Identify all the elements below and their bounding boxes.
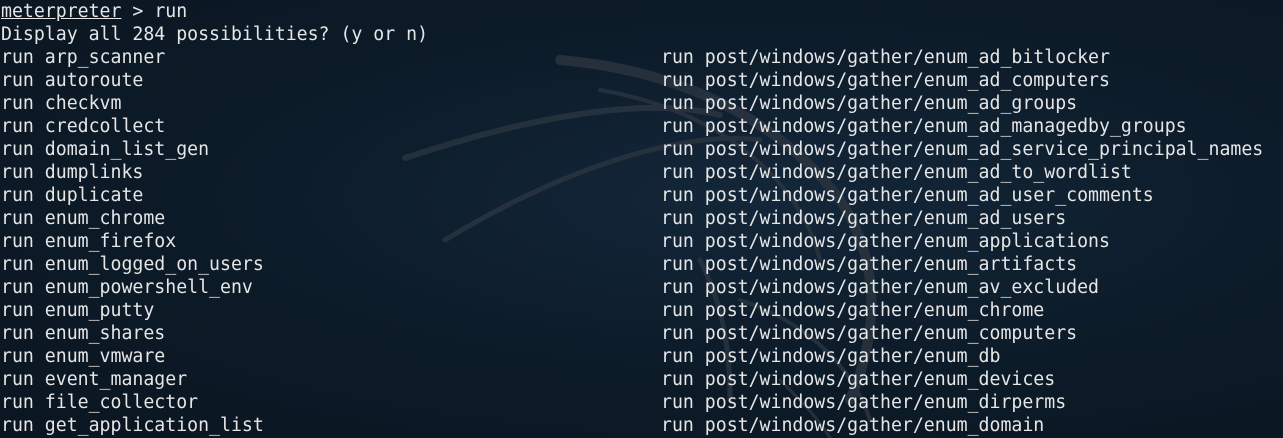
completion-item: run enum_vmware: [1, 346, 166, 367]
completion-item: run enum_chrome: [1, 208, 166, 229]
completion-item: run post/windows/gather/enum_domain: [661, 415, 1045, 436]
completion-item: run dumplinks: [1, 162, 144, 183]
completion-item: run post/windows/gather/enum_artifacts: [661, 254, 1078, 275]
completion-item: run post/windows/gather/enum_devices: [661, 369, 1056, 390]
completion-item: run post/windows/gather/enum_db: [661, 346, 1001, 367]
completion-item: run enum_powershell_env: [1, 277, 253, 298]
completion-item: run get_application_list: [1, 415, 264, 436]
completion-item: run post/windows/gather/enum_ad_managedb…: [661, 116, 1187, 137]
completion-item: run post/windows/gather/enum_ad_service_…: [661, 139, 1264, 160]
completion-item: run post/windows/gather/enum_av_excluded: [661, 277, 1099, 298]
completion-item: run enum_putty: [1, 300, 155, 321]
completion-item: run post/windows/gather/enum_ad_groups: [661, 93, 1078, 114]
completion-item: run file_collector: [1, 392, 199, 413]
completion-item: run post/windows/gather/enum_ad_to_wordl…: [661, 162, 1132, 183]
completion-item: run autoroute: [1, 70, 144, 91]
completion-item: run post/windows/gather/enum_computers: [661, 323, 1078, 344]
completion-item: run event_manager: [1, 369, 188, 390]
completion-item: run domain_list_gen: [1, 139, 210, 160]
prompt-separator: >: [121, 1, 155, 22]
completion-item: run enum_firefox: [1, 231, 177, 252]
completion-list-right: run post/windows/gather/enum_ad_bitlocke…: [661, 46, 1263, 437]
terminal-window[interactable]: meterpreter > run Display all 284 possib…: [0, 0, 1283, 438]
completion-item: run post/windows/gather/enum_ad_user_com…: [661, 185, 1154, 206]
completion-item: run post/windows/gather/enum_ad_bitlocke…: [661, 47, 1110, 68]
completion-item: run enum_shares: [1, 323, 166, 344]
terminal-header: meterpreter > run Display all 284 possib…: [1, 0, 428, 46]
completion-item: run arp_scanner: [1, 47, 166, 68]
completion-item: run post/windows/gather/enum_ad_users: [661, 208, 1067, 229]
prompt-name: meterpreter: [1, 1, 122, 22]
completion-item: run checkvm: [1, 93, 122, 114]
completion-item: run duplicate: [1, 185, 144, 206]
prompt-command: run: [154, 1, 188, 22]
completion-item: run post/windows/gather/enum_dirperms: [661, 392, 1067, 413]
completion-question: Display all 284 possibilities? (y or n): [1, 24, 429, 45]
prompt-line: meterpreter > run: [1, 0, 428, 23]
completion-list-left: run arp_scanner run autoroute run checkv…: [1, 46, 264, 437]
completion-item: run credcollect: [1, 116, 166, 137]
completion-item: run post/windows/gather/enum_chrome: [661, 300, 1045, 321]
completion-item: run enum_logged_on_users: [1, 254, 264, 275]
completion-item: run post/windows/gather/enum_application…: [661, 231, 1110, 252]
completion-item: run post/windows/gather/enum_ad_computer…: [661, 70, 1110, 91]
